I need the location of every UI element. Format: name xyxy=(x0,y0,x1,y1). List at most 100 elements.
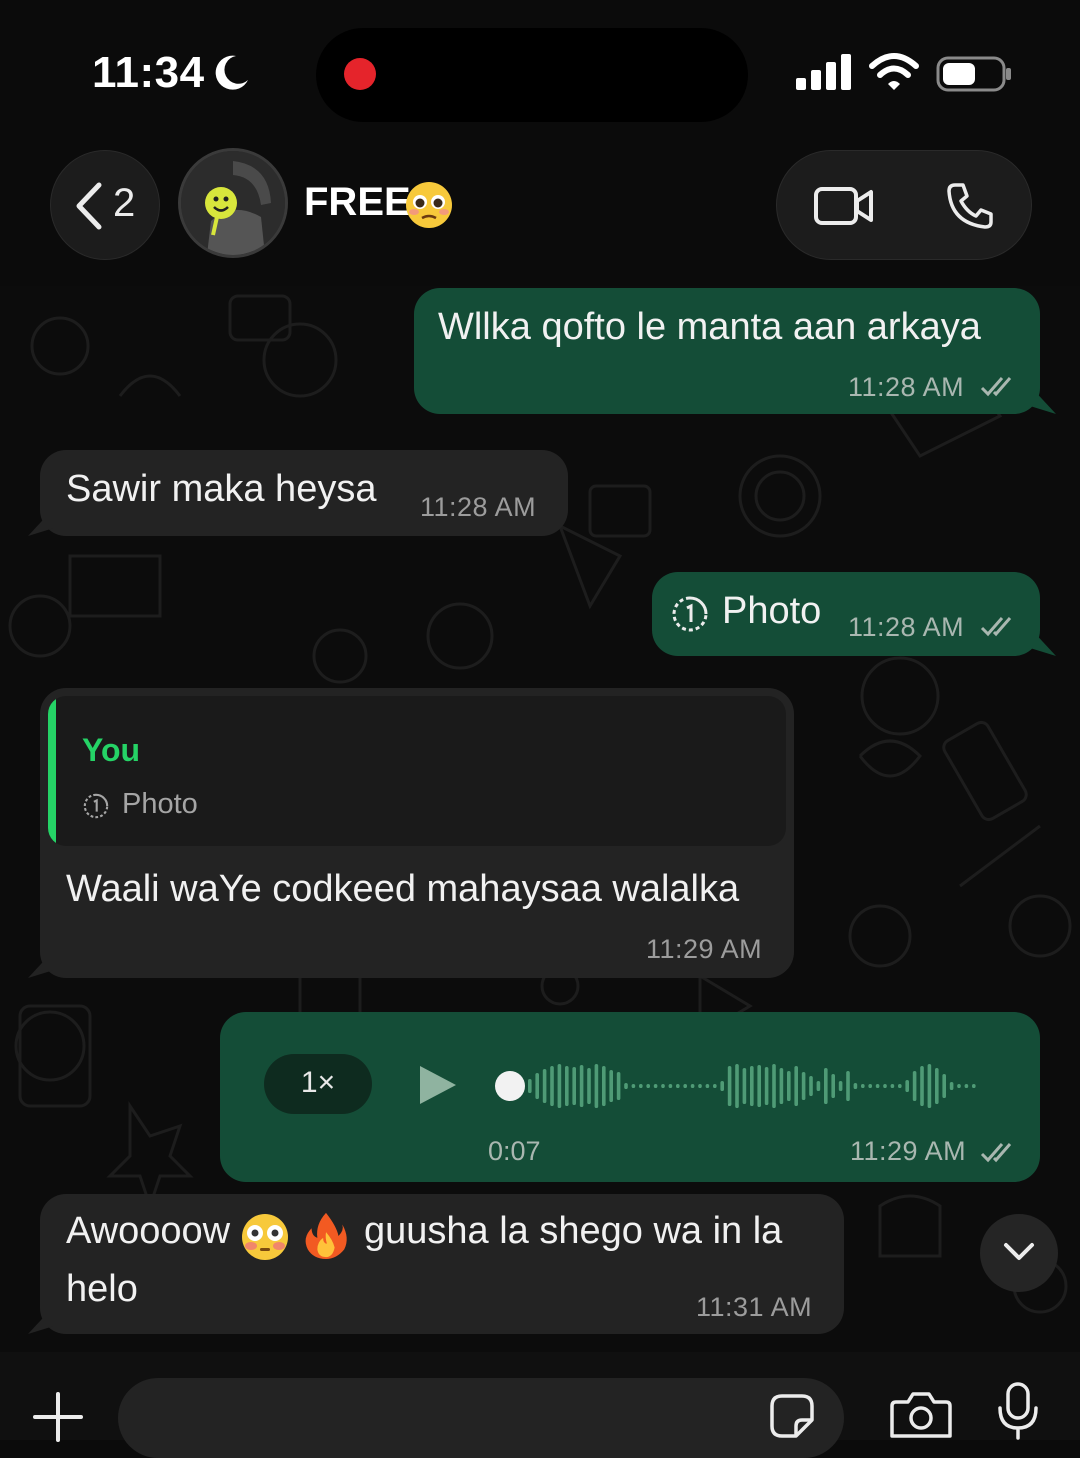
waveform-bar xyxy=(661,1084,665,1088)
view-once-icon xyxy=(672,596,708,632)
scroll-to-bottom-button[interactable] xyxy=(980,1214,1058,1292)
playback-speed-label: 1× xyxy=(300,1066,336,1099)
waveform-bar xyxy=(883,1084,887,1088)
read-receipt-icon xyxy=(980,1143,1012,1163)
contact-name[interactable]: FREE xyxy=(304,180,411,225)
bubble-tail xyxy=(28,508,54,536)
message-text: Sawir maka heysa xyxy=(66,468,377,510)
waveform-bar xyxy=(742,1068,747,1104)
waveform-bar xyxy=(764,1067,769,1105)
message-text: Photo xyxy=(722,590,822,632)
plus-icon[interactable] xyxy=(30,1388,86,1444)
waveform-bar xyxy=(898,1084,902,1088)
waveform-bar xyxy=(779,1068,784,1104)
message-bubble-incoming-reply[interactable]: You Photo Waali waYe codkeed mahaysaa wa… xyxy=(40,688,794,978)
waveform-bar xyxy=(727,1066,732,1106)
back-button[interactable]: 2 xyxy=(50,150,160,260)
wifi-icon xyxy=(869,53,919,90)
message-text: Wllka qofto le manta aan arkaya xyxy=(438,306,981,348)
waveform-bar xyxy=(705,1084,710,1088)
message-bubble-outgoing[interactable]: Photo 11:28 AM xyxy=(652,572,1040,656)
message-time: 11:28 AM xyxy=(848,372,965,402)
waveform-bar xyxy=(957,1084,961,1088)
waveform-bar xyxy=(816,1081,821,1091)
chat-header: 2 FREE xyxy=(0,140,1080,286)
message-bubble-incoming[interactable]: Awoooow guusha la shego wa in la helo 11… xyxy=(40,1194,844,1334)
bubble-tail xyxy=(28,950,54,978)
waveform-bar xyxy=(646,1084,650,1088)
waveform-bar xyxy=(579,1065,584,1107)
pleading-face-emoji xyxy=(406,182,452,228)
message-text-continued: guusha la shego wa in la xyxy=(364,1210,783,1252)
message-time: 11:28 AM xyxy=(848,612,965,642)
bubble-tail xyxy=(1030,386,1056,414)
waveform-bar xyxy=(735,1064,739,1108)
waveform-bar xyxy=(535,1073,539,1099)
waveform-bar xyxy=(757,1065,761,1107)
waveform-bar xyxy=(557,1064,562,1108)
voice-message-bubble[interactable]: 1× 0:07 11:29 AM xyxy=(220,1012,1040,1182)
waveform-bar xyxy=(713,1084,717,1088)
waveform-bar xyxy=(676,1084,680,1088)
message-time: 11:29 AM xyxy=(646,934,763,964)
playback-scrubber xyxy=(495,1071,525,1101)
waveform-bar xyxy=(639,1084,643,1088)
waveform-bar xyxy=(683,1084,687,1088)
bubble-tail xyxy=(28,1306,54,1334)
bubble-tail xyxy=(1030,628,1056,656)
waveform-bar xyxy=(972,1084,976,1088)
waveform-bar xyxy=(616,1072,621,1100)
waveform-bar xyxy=(905,1080,909,1092)
waveform-bar xyxy=(668,1084,673,1088)
status-time: 11:34 xyxy=(92,48,205,97)
voice-waveform[interactable] xyxy=(490,1058,1010,1114)
waveform-bar xyxy=(690,1084,695,1088)
contact-avatar[interactable] xyxy=(178,148,288,258)
message-time: 11:31 AM xyxy=(696,1292,813,1322)
voice-call-icon[interactable] xyxy=(945,181,995,231)
unread-count: 2 xyxy=(113,181,136,225)
cellular-signal-icon xyxy=(796,54,851,90)
waveform-bar xyxy=(838,1081,843,1091)
waveform-bar xyxy=(720,1081,724,1091)
microphone-icon[interactable] xyxy=(996,1382,1040,1440)
waveform-bar xyxy=(801,1072,806,1100)
waveform-bar xyxy=(594,1064,599,1108)
waveform-bar xyxy=(631,1084,636,1088)
message-input[interactable] xyxy=(118,1378,844,1458)
message-bubble-incoming[interactable]: Sawir maka heysa 11:28 AM xyxy=(40,450,568,536)
view-once-icon xyxy=(83,793,109,819)
moon-icon xyxy=(215,55,248,90)
waveform-bar xyxy=(602,1066,606,1106)
read-receipt-icon xyxy=(980,617,1012,637)
waveform-bar xyxy=(794,1066,798,1106)
playback-speed-button[interactable]: 1× xyxy=(264,1054,372,1114)
waveform-bar xyxy=(609,1070,613,1102)
waveform-bar xyxy=(824,1068,828,1104)
camera-icon[interactable] xyxy=(890,1388,952,1440)
message-bubble-outgoing[interactable]: Wllka qofto le manta aan arkaya 11:28 AM xyxy=(414,288,1040,414)
waveform-bar xyxy=(927,1064,932,1108)
quote-accent-bar xyxy=(48,696,56,846)
waveform-bar xyxy=(949,1082,954,1090)
avatar-image xyxy=(181,151,285,255)
play-icon[interactable] xyxy=(416,1062,460,1108)
waveform-bar xyxy=(572,1067,576,1105)
waveform-bar xyxy=(698,1084,702,1088)
waveform-bar xyxy=(920,1066,924,1106)
fire-emoji xyxy=(305,1212,347,1259)
sticker-icon[interactable] xyxy=(768,1392,816,1440)
quoted-message[interactable]: You Photo xyxy=(48,696,786,846)
video-call-icon[interactable] xyxy=(813,183,875,229)
waveform-bar xyxy=(565,1066,569,1106)
waveform-bar xyxy=(809,1076,813,1096)
chat-messages[interactable]: Wllka qofto le manta aan arkaya 11:28 AM… xyxy=(0,286,1080,1352)
waveform-bar xyxy=(542,1069,547,1103)
quote-author: You xyxy=(82,732,141,768)
waveform-bar xyxy=(528,1079,532,1093)
waveform-bar xyxy=(653,1084,658,1088)
waveform-bar xyxy=(772,1064,776,1108)
flushed-face-emoji xyxy=(242,1214,288,1260)
chevron-left-icon xyxy=(76,182,102,230)
waveform-bar xyxy=(890,1084,895,1088)
